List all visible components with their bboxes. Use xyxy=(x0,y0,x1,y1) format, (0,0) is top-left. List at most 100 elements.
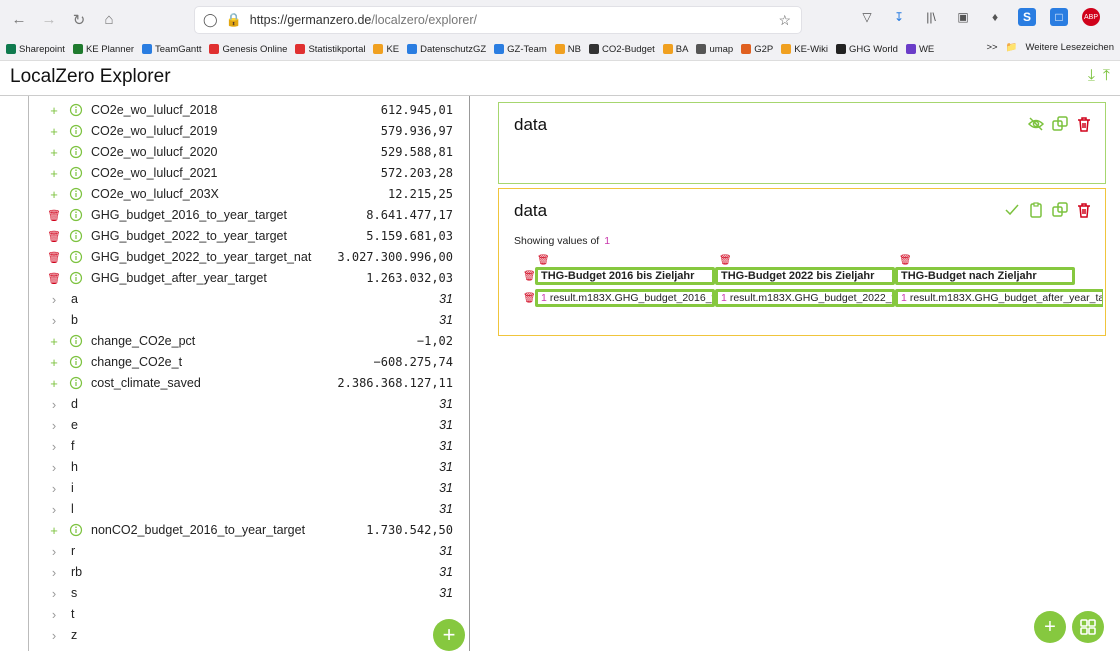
chevron-right-icon[interactable]: › xyxy=(47,502,61,517)
s-extension-icon[interactable]: S xyxy=(1018,8,1036,26)
tree-row[interactable]: + change_CO2e_t −608.275,74 xyxy=(29,352,461,372)
bookmark-star-icon[interactable]: ☆ xyxy=(778,12,791,29)
tree-row[interactable]: › i 31 xyxy=(29,478,461,498)
bookmark-item[interactable]: Sharepoint xyxy=(6,44,65,55)
tree-row[interactable]: › s 31 xyxy=(29,583,461,603)
info-icon[interactable] xyxy=(69,523,83,537)
tree-row[interactable]: › h 31 xyxy=(29,457,461,477)
chevron-right-icon[interactable]: › xyxy=(47,397,61,412)
delete-column-icon[interactable]: 🗑 xyxy=(719,255,732,266)
table-cell[interactable]: 1result.m183X.GHG_budget_2016_to_year_ta… xyxy=(535,289,715,307)
chevron-right-icon[interactable]: › xyxy=(47,292,61,307)
bookmark-item[interactable]: BA xyxy=(662,44,688,55)
library-icon[interactable]: ||\ xyxy=(922,8,940,26)
info-icon[interactable] xyxy=(69,166,83,180)
add-button[interactable]: + xyxy=(433,619,465,651)
add-icon[interactable]: + xyxy=(47,187,61,202)
bookmark-item[interactable]: KE Planner xyxy=(72,44,134,55)
download-icon[interactable]: ↧ xyxy=(890,8,908,26)
tree-row[interactable]: › rb 31 xyxy=(29,562,461,582)
delete-row-icon[interactable]: 🗑 xyxy=(523,271,536,282)
upload-icon[interactable]: ⤒ xyxy=(1103,67,1110,85)
check-icon[interactable] xyxy=(1003,201,1021,219)
chevron-right-icon[interactable]: › xyxy=(47,460,61,475)
info-icon[interactable] xyxy=(69,271,83,285)
tree-row[interactable]: + CO2e_wo_lulucf_203X 12.215,25 xyxy=(29,184,461,204)
delete-column-icon[interactable]: 🗑 xyxy=(899,255,912,266)
menu-icon[interactable]: ≡ xyxy=(1114,8,1120,26)
pocket-icon[interactable]: ▽ xyxy=(858,8,876,26)
add-button[interactable]: + xyxy=(1034,611,1066,643)
bookmark-item[interactable]: TeamGantt xyxy=(142,44,201,55)
info-icon[interactable] xyxy=(69,208,83,222)
trash-icon[interactable] xyxy=(1075,201,1093,219)
tree-row[interactable]: 🗑 GHG_budget_2016_to_year_target 8.641.477… xyxy=(29,205,461,225)
table-cell[interactable]: 1 result.m183X.GHG_budget_after_year_targ… xyxy=(895,289,1103,307)
delete-column-icon[interactable]: 🗑 xyxy=(537,255,550,266)
info-icon[interactable] xyxy=(69,376,83,390)
tree-row[interactable]: › e 31 xyxy=(29,415,461,435)
chevron-right-icon[interactable]: › xyxy=(47,565,61,580)
bookmark-item[interactable]: G2P xyxy=(741,44,773,55)
tree-row[interactable]: › a 31 xyxy=(29,289,461,309)
adblock-icon[interactable]: ABP xyxy=(1082,8,1100,26)
add-icon[interactable]: + xyxy=(47,145,61,160)
bookmark-item[interactable]: umap xyxy=(696,44,733,55)
add-icon[interactable]: + xyxy=(47,523,61,538)
clipboard-icon[interactable] xyxy=(1027,201,1045,219)
tree-row[interactable]: + CO2e_wo_lulucf_2018 612.945,01 xyxy=(29,100,461,120)
tree-row[interactable]: › r 31 xyxy=(29,541,461,561)
tree-row[interactable]: › l 31 xyxy=(29,499,461,519)
tree-row[interactable]: + CO2e_wo_lulucf_2020 529.588,81 xyxy=(29,142,461,162)
info-icon[interactable] xyxy=(69,250,83,264)
url-bar[interactable]: ◯ 🔒 https://germanzero.de/localzero/expl… xyxy=(194,6,802,34)
hide-icon[interactable] xyxy=(1027,115,1045,133)
tree-row[interactable]: › t xyxy=(29,604,461,624)
add-icon[interactable]: + xyxy=(47,124,61,139)
table-cell[interactable]: 1result.m183X.GHG_budget_2022_to_year_ta… xyxy=(715,289,895,307)
bookmark-item[interactable]: WE xyxy=(905,44,934,55)
home-icon[interactable]: ⌂ xyxy=(96,11,122,29)
bookmark-item[interactable]: DatenschutzGZ xyxy=(407,44,486,55)
info-icon[interactable] xyxy=(69,103,83,117)
add-icon[interactable]: + xyxy=(47,166,61,181)
add-icon[interactable]: + xyxy=(47,334,61,349)
reload-icon[interactable]: ↻ xyxy=(66,11,92,29)
back-icon[interactable]: ← xyxy=(6,11,32,29)
bookmark-item[interactable]: Genesis Online xyxy=(209,44,287,55)
other-bookmarks[interactable]: Weitere Lesezeichen xyxy=(1025,42,1114,53)
tree-row[interactable]: + nonCO2_budget_2016_to_year_target 1.730.… xyxy=(29,520,461,540)
more-bookmarks-icon[interactable]: >> xyxy=(987,42,998,53)
tree-row[interactable]: 🗑 GHG_budget_2022_to_year_target 5.159.681… xyxy=(29,226,461,246)
tree-row[interactable]: › d 31 xyxy=(29,394,461,414)
info-icon[interactable] xyxy=(69,187,83,201)
bookmark-item[interactable]: Statistikportal xyxy=(295,44,365,55)
chevron-right-icon[interactable]: › xyxy=(47,418,61,433)
tree-row[interactable]: 🗑 GHG_budget_2022_to_year_target_nat 3.027… xyxy=(29,247,461,267)
trash-icon[interactable]: 🗑 xyxy=(47,272,61,285)
copy-icon[interactable] xyxy=(1051,201,1069,219)
trash-icon[interactable]: 🗑 xyxy=(47,251,61,264)
add-icon[interactable]: + xyxy=(47,355,61,370)
table-header[interactable]: THG-Budget 2022 bis Zieljahr xyxy=(715,267,895,285)
trash-icon[interactable] xyxy=(1075,115,1093,133)
bookmark-item[interactable]: KE xyxy=(373,44,399,55)
info-icon[interactable] xyxy=(69,124,83,138)
tree-row[interactable]: 🗑 GHG_budget_after_year_target 1.263.032,0… xyxy=(29,268,461,288)
grid-view-icon[interactable] xyxy=(1072,611,1104,643)
delete-row-icon[interactable]: 🗑 xyxy=(523,293,536,304)
trash-icon[interactable]: 🗑 xyxy=(47,230,61,243)
tree-row[interactable]: + CO2e_wo_lulucf_2021 572.203,28 xyxy=(29,163,461,183)
sidebar-icon[interactable]: ▣ xyxy=(954,8,972,26)
info-icon[interactable] xyxy=(69,355,83,369)
download-icon[interactable]: ⤓ xyxy=(1088,67,1095,85)
chevron-right-icon[interactable]: › xyxy=(47,313,61,328)
trash-icon[interactable]: 🗑 xyxy=(47,209,61,222)
chevron-right-icon[interactable]: › xyxy=(47,481,61,496)
forward-icon[interactable]: → xyxy=(36,11,62,29)
chevron-right-icon[interactable]: › xyxy=(47,607,61,622)
translate-icon[interactable]: □ xyxy=(1050,8,1068,26)
add-icon[interactable]: + xyxy=(47,103,61,118)
tree-row[interactable]: + CO2e_wo_lulucf_2019 579.936,97 xyxy=(29,121,461,141)
chevron-right-icon[interactable]: › xyxy=(47,439,61,454)
